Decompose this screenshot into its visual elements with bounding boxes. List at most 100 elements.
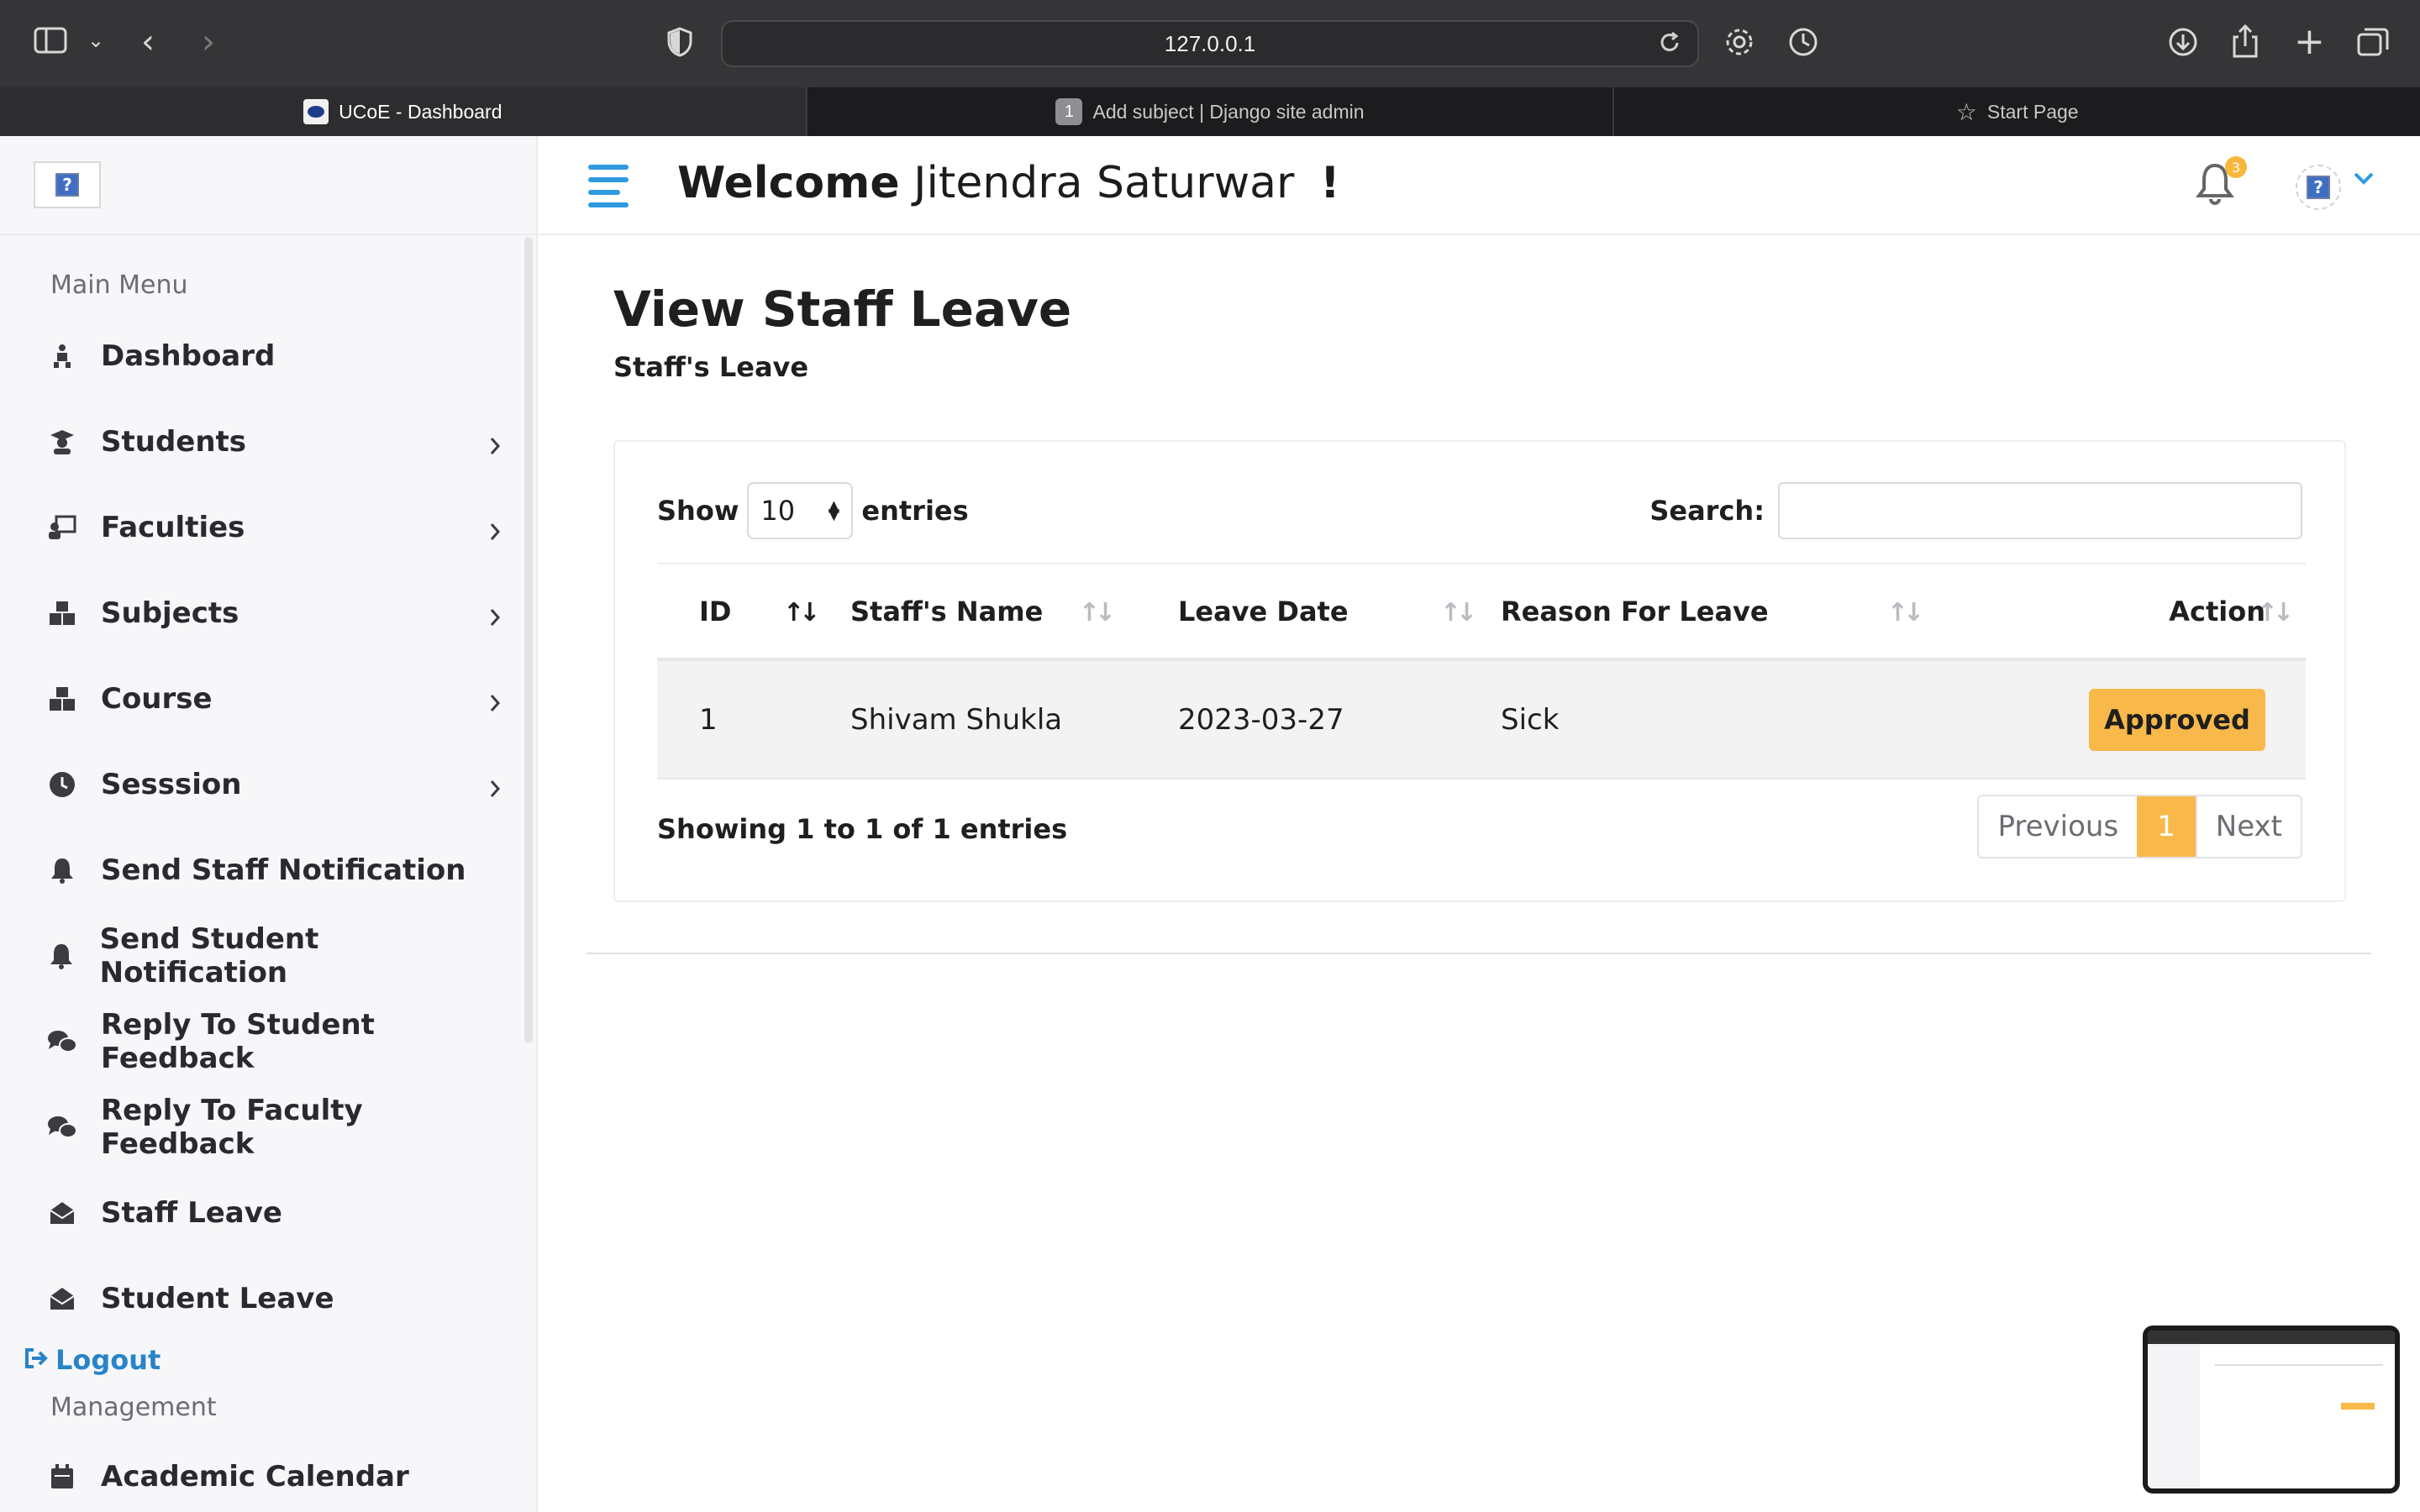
cell-reason: Sick [1484, 659, 1931, 780]
sidebar-item-label: Send Student Notification [99, 922, 319, 990]
next-button[interactable]: Next [2195, 796, 2301, 857]
sidebar-item-reply-student-feedback[interactable]: Reply To Student Feedback [47, 1008, 501, 1075]
column-label: Reason For Leave [1501, 595, 1769, 627]
table-header-row: ID ↑↓ Staff's Name ↑↓ Leave Date ↑↓ Reas… [657, 563, 2306, 661]
staff-leave-table: ID ↑↓ Staff's Name ↑↓ Leave Date ↑↓ Reas… [657, 563, 2306, 780]
sidebar-item-label: Course [101, 682, 213, 716]
browser-tab-bar: UCoE - Dashboard 1 Add subject | Django … [0, 87, 2420, 136]
clock-icon [47, 769, 77, 800]
envelope-open-icon [47, 1284, 77, 1314]
broken-image-icon: ? [2307, 176, 2330, 199]
browser-tab-add-subject[interactable]: 1 Add subject | Django site admin [805, 87, 1613, 136]
column-label: ID [699, 595, 732, 627]
reload-icon[interactable] [1657, 30, 1682, 59]
address-bar[interactable]: 127.0.0.1 [721, 20, 1699, 67]
sidebar-item-academic-calendar[interactable]: Academic Calendar [47, 1450, 501, 1504]
share-icon[interactable] [2230, 24, 2260, 59]
user-avatar[interactable]: ? [2296, 165, 2341, 210]
sidebar-item-subjects[interactable]: Subjects [47, 586, 501, 640]
column-label: Staff's Name [850, 595, 1044, 627]
forward-icon[interactable]: › [202, 25, 215, 59]
chevron-down-icon[interactable]: ⌄ [87, 30, 104, 50]
user-name: Jitendra Saturwar [913, 158, 1295, 208]
broken-image-icon: ? [55, 173, 79, 197]
tab-number-badge: 1 [1055, 98, 1083, 125]
graduate-icon [47, 427, 77, 457]
teacher-icon [47, 512, 77, 543]
pagination: Previous 1 Next [1977, 795, 2302, 858]
cubes-icon [47, 684, 77, 714]
previous-button[interactable]: Previous [1979, 796, 2137, 857]
column-label: Action [2169, 595, 2265, 627]
select-arrows-icon: ▲ ▼ [828, 497, 840, 523]
tab-overview-icon[interactable] [2356, 27, 2390, 57]
logout-link[interactable]: Logout [24, 1344, 160, 1376]
browser-toolbar: ⌄ ‹ › 127.0.0.1 + [0, 0, 2420, 87]
content-divider [587, 953, 2371, 954]
page-1-button[interactable]: 1 [2137, 796, 2196, 857]
history-clock-icon[interactable] [1786, 25, 1820, 59]
sidebar-item-staff-leave[interactable]: Staff Leave [47, 1186, 501, 1240]
settings-gear-icon[interactable] [1723, 25, 1756, 59]
sort-icon: ↑↓ [1439, 598, 1477, 627]
page-length-value: 10 [760, 495, 796, 527]
chevron-down-icon[interactable] [2353, 171, 2375, 188]
tab-label: Add subject | Django site admin [1092, 100, 1365, 123]
sidebar-item-students[interactable]: Students [47, 415, 501, 469]
sidebar-item-student-leave[interactable]: Student Leave [47, 1272, 501, 1326]
sidebar-item-label: Academic Calendar [101, 1460, 409, 1494]
notification-count-badge: 3 [2225, 156, 2247, 178]
tab-label: Start Page [1986, 100, 2079, 123]
browser-tab-dashboard[interactable]: UCoE - Dashboard [0, 87, 806, 136]
sidebar-scrollbar[interactable] [524, 237, 533, 1043]
privacy-shield-icon[interactable] [667, 27, 692, 57]
back-icon[interactable]: ‹ [141, 25, 155, 59]
sidebar: ? Main Menu Dashboard Students Faculties… [0, 136, 538, 1512]
table-row: 1 Shivam Shukla 2023-03-27 Sick Approved [657, 659, 2306, 780]
sort-icon: ↑↓ [2256, 598, 2294, 627]
sidebar-item-send-student-notification[interactable]: Send Student Notification [47, 922, 501, 990]
sidebar-item-label: Send Staff Notification [101, 853, 466, 887]
sign-out-icon [24, 1344, 49, 1376]
search-input[interactable] [1778, 482, 2302, 539]
sidebar-item-label: Student Leave [101, 1282, 334, 1315]
cell-action: Approved [1931, 659, 2306, 780]
cell-id: 1 [657, 659, 808, 780]
dashboard-icon [47, 341, 77, 371]
new-tab-plus-icon[interactable]: + [2294, 24, 2325, 60]
column-header-leave-date[interactable]: Leave Date ↑↓ [1161, 563, 1484, 661]
approved-button[interactable]: Approved [2089, 688, 2265, 751]
column-header-action[interactable]: Action ↑↓ [1931, 563, 2306, 661]
chevron-right-icon [489, 516, 501, 549]
page-length-select[interactable]: 10 ▲ ▼ [747, 482, 854, 539]
column-label: Leave Date [1178, 595, 1349, 627]
column-header-id[interactable]: ID ↑↓ [657, 563, 820, 661]
table-info: Showing 1 to 1 of 1 entries [657, 813, 1068, 845]
sidebar-item-session[interactable]: Sesssion [47, 758, 501, 811]
page-title: View Staff Leave [613, 281, 1072, 338]
sidebar-logo[interactable]: ? [34, 161, 101, 208]
star-icon: ☆ [1955, 98, 1977, 125]
column-header-staff-name[interactable]: Staff's Name ↑↓ [808, 563, 1161, 661]
hamburger-menu-icon[interactable] [588, 165, 629, 215]
sidebar-item-label: Reply To Faculty Feedback [101, 1094, 363, 1161]
sidebar-item-label: Students [101, 425, 247, 459]
sidebar-item-faculties[interactable]: Faculties [47, 501, 501, 554]
sidebar-item-dashboard[interactable]: Dashboard [47, 329, 501, 383]
sidebar-item-label: Dashboard [101, 339, 276, 373]
screenshot-thumbnail[interactable] [2143, 1326, 2400, 1494]
bell-icon [47, 855, 77, 885]
show-label: Show [657, 495, 739, 527]
sort-icon: ↑↓ [1078, 598, 1116, 627]
sidebar-item-course[interactable]: Course [47, 672, 501, 726]
download-icon[interactable] [2166, 25, 2200, 59]
browser-tab-start-page[interactable]: ☆ Start Page [1612, 87, 2420, 136]
sidebar-item-send-staff-notification[interactable]: Send Staff Notification [47, 843, 501, 897]
column-header-reason[interactable]: Reason For Leave ↑↓ [1484, 563, 1931, 661]
search-label: Search: [1649, 495, 1765, 527]
chevron-right-icon [489, 430, 501, 464]
entries-label: entries [861, 495, 969, 527]
sidebar-toggle-icon[interactable] [34, 27, 67, 54]
sidebar-item-reply-faculty-feedback[interactable]: Reply To Faculty Feedback [47, 1094, 501, 1161]
management-title: Management [50, 1393, 217, 1422]
